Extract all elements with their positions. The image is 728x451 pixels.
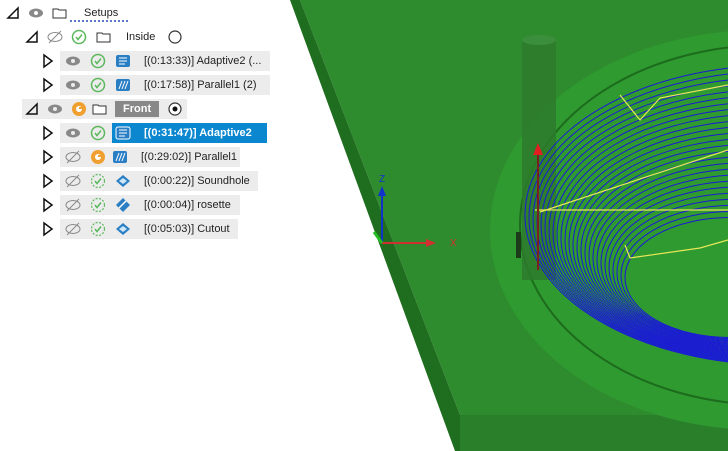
- expand-triangle-icon[interactable]: [40, 149, 56, 165]
- eye-hidden-icon[interactable]: [47, 29, 63, 45]
- operation-row[interactable]: [(0:13:33)] Adaptive2 (...: [60, 51, 270, 71]
- engrave-icon: [116, 198, 130, 212]
- folder-icon: [52, 8, 67, 19]
- expand-triangle-icon[interactable]: [40, 125, 56, 141]
- cam-browser-tree: Setups Inside [(0:13:33)] Adaptive2 (...…: [0, 0, 300, 451]
- radio-button-selected-icon[interactable]: [167, 101, 183, 117]
- eye-icon[interactable]: [28, 5, 44, 21]
- expand-triangle-icon[interactable]: [40, 197, 56, 213]
- eye-icon[interactable]: [65, 125, 81, 141]
- status-check-icon: [90, 53, 106, 69]
- setups-root-row[interactable]: Setups: [0, 3, 128, 23]
- eye-hidden-icon[interactable]: [65, 197, 81, 213]
- tool-shank: [516, 232, 521, 258]
- pin-top: [522, 35, 556, 45]
- adaptive-clearing-icon: [116, 55, 130, 67]
- status-warning-icon: [91, 150, 105, 164]
- setup-row-front[interactable]: Front: [22, 99, 187, 119]
- setup-name-active: Front: [115, 101, 160, 117]
- operation-label: [(0:31:47)] Adaptive2: [144, 127, 252, 139]
- status-check-outdated-icon: [90, 173, 106, 189]
- expand-triangle-icon[interactable]: [40, 77, 56, 93]
- triad-z-label: Z: [379, 174, 385, 185]
- radio-button-icon[interactable]: [167, 29, 183, 45]
- status-check-icon: [71, 29, 87, 45]
- adaptive-clearing-icon: [115, 126, 131, 140]
- operation-row[interactable]: [(0:00:22)] Soundhole: [60, 171, 258, 191]
- operation-row[interactable]: [(0:29:02)] Parallel1: [60, 147, 240, 167]
- expand-triangle-icon[interactable]: [40, 221, 56, 237]
- parallel-finishing-icon: [113, 151, 127, 163]
- setup-row-inside[interactable]: Inside: [22, 27, 192, 47]
- collapse-triangle-icon[interactable]: [24, 101, 40, 117]
- eye-icon[interactable]: [47, 101, 63, 117]
- eye-hidden-icon[interactable]: [65, 221, 81, 237]
- collapse-triangle-icon[interactable]: [24, 29, 40, 45]
- 2d-pocket-icon: [116, 175, 130, 187]
- folder-icon: [96, 32, 111, 43]
- expand-triangle-icon[interactable]: [40, 53, 56, 69]
- operation-label: [(0:00:22)] Soundhole: [144, 175, 250, 187]
- operation-label: [(0:00:04)] rosette: [144, 199, 231, 211]
- parallel-finishing-icon: [116, 79, 130, 91]
- operation-label: [(0:17:58)] Parallel1 (2): [144, 79, 257, 91]
- folder-icon: [92, 104, 107, 115]
- eye-icon[interactable]: [65, 77, 81, 93]
- eye-hidden-icon[interactable]: [65, 173, 81, 189]
- 2d-contour-icon: [116, 223, 130, 235]
- operation-row[interactable]: [(0:00:04)] rosette: [60, 195, 240, 215]
- status-check-outdated-icon: [90, 221, 106, 237]
- setups-underline: [70, 20, 128, 22]
- operation-row-selected[interactable]: [(0:31:47)] Adaptive2: [60, 123, 267, 143]
- eye-icon[interactable]: [65, 53, 81, 69]
- triad-x-label: X: [450, 238, 457, 249]
- eye-hidden-icon[interactable]: [65, 149, 81, 165]
- status-warning-icon: [72, 102, 86, 116]
- setup-name: Inside: [126, 31, 156, 43]
- operation-row[interactable]: [(0:17:58)] Parallel1 (2): [60, 75, 270, 95]
- operation-label: [(0:29:02)] Parallel1: [141, 151, 237, 163]
- status-check-icon: [90, 125, 106, 141]
- collapse-triangle-icon[interactable]: [5, 5, 21, 21]
- operation-row[interactable]: [(0:05:03)] Cutout: [60, 219, 238, 239]
- operation-label: [(0:05:03)] Cutout: [144, 223, 230, 235]
- setups-label: Setups: [84, 7, 119, 19]
- operation-label: [(0:13:33)] Adaptive2 (...: [144, 55, 262, 67]
- expand-triangle-icon[interactable]: [40, 173, 56, 189]
- status-check-icon: [90, 77, 106, 93]
- status-check-outdated-icon: [90, 197, 106, 213]
